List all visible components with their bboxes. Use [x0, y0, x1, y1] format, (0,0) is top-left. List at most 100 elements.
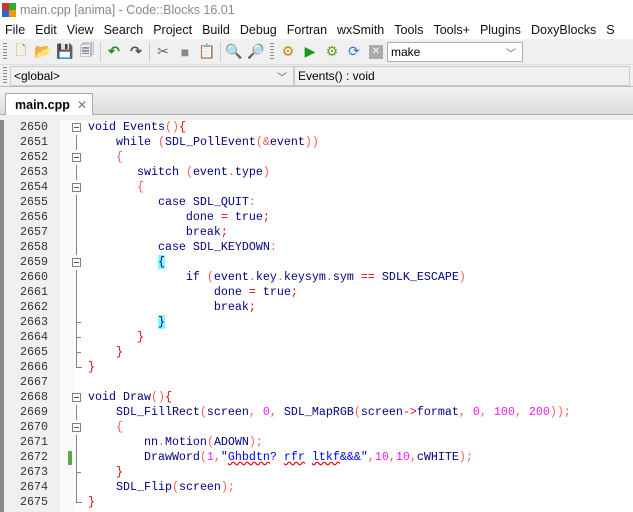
- code-token: }: [88, 360, 95, 374]
- code-text: nn.Motion(ADOWN);: [88, 435, 263, 450]
- toolbar-grip[interactable]: [3, 66, 7, 85]
- line-number: 2653: [20, 165, 48, 179]
- code-line[interactable]: 2664 }: [0, 330, 633, 345]
- window-title: main.cpp [anima] - Code::Blocks 16.01: [20, 3, 235, 17]
- paste-icon[interactable]: 📋: [196, 41, 218, 63]
- line-number: 2662: [20, 300, 48, 314]
- code-line[interactable]: 2669 SDL_FillRect(screen, 0, SDL_MapRGB(…: [0, 405, 633, 420]
- toolbar-grip[interactable]: [270, 42, 274, 61]
- code-line[interactable]: 2658 case SDL_KEYDOWN:: [0, 240, 633, 255]
- menu-item-view[interactable]: View: [62, 23, 99, 37]
- open-icon[interactable]: 📂: [32, 41, 54, 63]
- code-line[interactable]: 2661 done = true;: [0, 285, 633, 300]
- code-line[interactable]: 2675}: [0, 495, 633, 510]
- code-line[interactable]: 2653 switch (event.type): [0, 165, 633, 180]
- function-select[interactable]: Events() : void: [294, 65, 630, 86]
- fold-toggle-icon[interactable]: [72, 183, 81, 192]
- scope-select[interactable]: <global> ﹀: [10, 65, 294, 86]
- close-icon[interactable]: ✕: [77, 98, 87, 112]
- save-icon[interactable]: 💾: [54, 41, 76, 63]
- fold-line: [76, 405, 77, 420]
- abort-icon[interactable]: ✕: [369, 44, 383, 59]
- line-number: 2668: [20, 390, 48, 404]
- code-line[interactable]: 2654 {: [0, 180, 633, 195]
- code-line[interactable]: 2655 case SDL_QUIT:: [0, 195, 633, 210]
- fold-toggle-icon[interactable]: [72, 423, 81, 432]
- code-token: keysym: [283, 270, 326, 284]
- save-all-icon[interactable]: 🗐: [76, 41, 98, 63]
- code-token: case: [88, 195, 186, 209]
- code-token: 0: [472, 405, 480, 419]
- line-number: 2669: [20, 405, 48, 419]
- menu-item-search[interactable]: Search: [99, 23, 149, 37]
- menu-item-doxyblocks[interactable]: DoxyBlocks: [526, 23, 601, 37]
- code-line[interactable]: 2660 if (event.key.keysym.sym == SDLK_ES…: [0, 270, 633, 285]
- fold-toggle-icon[interactable]: [72, 153, 81, 162]
- fold-line: [76, 270, 77, 285]
- code-line[interactable]: 2668 void Draw(){: [0, 390, 633, 405]
- rebuild-icon[interactable]: ⟳: [343, 41, 365, 63]
- menu-item-file[interactable]: File: [0, 23, 30, 37]
- fold-line: [76, 322, 81, 323]
- replace-icon[interactable]: 🔎: [245, 41, 267, 63]
- fold-toggle-icon[interactable]: [72, 123, 81, 132]
- menu-item-s[interactable]: S: [601, 23, 619, 37]
- menu-item-tools[interactable]: Tools: [389, 23, 428, 37]
- build-run-icon[interactable]: ⚙: [321, 41, 343, 63]
- run-icon[interactable]: ▶: [299, 41, 321, 63]
- code-token: SDL_PollEvent: [164, 135, 256, 149]
- menu-item-wxsmith[interactable]: wxSmith: [332, 23, 389, 37]
- undo-icon[interactable]: ↶: [103, 41, 125, 63]
- code-text: done = true;: [88, 210, 270, 225]
- menu-item-plugins[interactable]: Plugins: [475, 23, 526, 37]
- code-token: ,: [409, 450, 417, 464]
- menu-item-fortran[interactable]: Fortran: [282, 23, 332, 37]
- code-line[interactable]: 2671 nn.Motion(ADOWN);: [0, 435, 633, 450]
- code-text: {: [88, 180, 144, 195]
- code-line[interactable]: 2670 {: [0, 420, 633, 435]
- fold-toggle-icon[interactable]: [72, 393, 81, 402]
- code-line[interactable]: 2657 break;: [0, 225, 633, 240]
- title-bar: main.cpp [anima] - Code::Blocks 16.01: [0, 0, 633, 20]
- code-line[interactable]: 2666}: [0, 360, 633, 375]
- copy-icon[interactable]: ■: [174, 41, 196, 63]
- build-target-select[interactable]: make ﹀: [387, 41, 523, 62]
- menu-item-debug[interactable]: Debug: [235, 23, 282, 37]
- code-line[interactable]: 2663 }: [0, 315, 633, 330]
- code-line[interactable]: 2656 done = true;: [0, 210, 633, 225]
- tab-main-cpp[interactable]: main.cpp ✕: [5, 93, 93, 115]
- code-line[interactable]: 2652 {: [0, 150, 633, 165]
- find-icon[interactable]: 🔍: [223, 41, 245, 63]
- new-file-icon[interactable]: 🗋: [10, 41, 32, 63]
- menu-item-project[interactable]: Project: [148, 23, 197, 37]
- code-line[interactable]: 2651 while (SDL_PollEvent(&event)): [0, 135, 633, 150]
- line-number: 2671: [20, 435, 48, 449]
- fold-line: [76, 285, 77, 300]
- code-token: (&: [255, 135, 270, 149]
- code-line[interactable]: 2674 SDL_Flip(screen);: [0, 480, 633, 495]
- code-token: (: [353, 405, 361, 419]
- menu-item-edit[interactable]: Edit: [30, 23, 62, 37]
- code-line[interactable]: 2665 }: [0, 345, 633, 360]
- code-token: Events: [115, 120, 165, 134]
- code-line[interactable]: 2673 }: [0, 465, 633, 480]
- menu-item-tools-plus[interactable]: Tools+: [428, 23, 474, 37]
- code-line[interactable]: 2662 break;: [0, 300, 633, 315]
- code-text: if (event.key.keysym.sym == SDLK_ESCAPE): [88, 270, 466, 285]
- line-number: 2664: [20, 330, 48, 344]
- redo-icon[interactable]: ↷: [125, 41, 147, 63]
- cut-icon[interactable]: ✂: [152, 41, 174, 63]
- code-editor[interactable]: 2650 void Events(){2651 while (SDL_PollEv…: [0, 120, 633, 512]
- fold-line: [76, 210, 77, 225]
- code-line[interactable]: 2650 void Events(){: [0, 120, 633, 135]
- code-line[interactable]: 2672 DrawWord(1,"Ghbdtn? rfr ltkf&&&",10…: [0, 450, 633, 465]
- menu-item-build[interactable]: Build: [197, 23, 235, 37]
- code-token: .: [325, 270, 333, 284]
- code-line[interactable]: 2659 {: [0, 255, 633, 270]
- build-icon[interactable]: ⚙: [277, 41, 299, 63]
- code-token: {: [88, 420, 123, 434]
- code-line[interactable]: 2667: [0, 375, 633, 390]
- toolbar-grip[interactable]: [3, 42, 7, 61]
- fold-toggle-icon[interactable]: [72, 258, 81, 267]
